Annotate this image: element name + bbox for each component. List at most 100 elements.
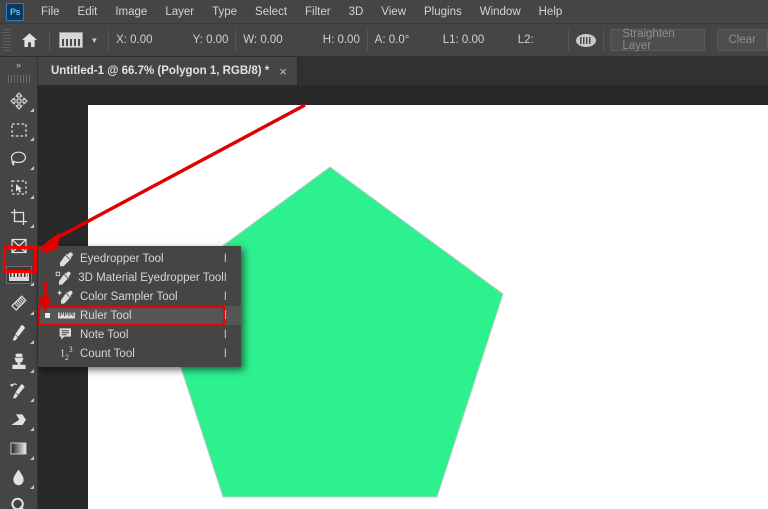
flyout-shortcut: I xyxy=(224,272,241,284)
ruler-icon xyxy=(6,266,32,284)
flyout-item-color-sampler-tool[interactable]: Color Sampler Tool I xyxy=(38,287,241,306)
crop-icon xyxy=(10,208,28,226)
gradient-tool[interactable] xyxy=(0,434,37,463)
blur-droplet-icon xyxy=(11,468,26,487)
marquee-icon xyxy=(10,122,28,138)
flyout-label: Count Tool xyxy=(78,348,224,360)
count-icon: 123 xyxy=(54,344,78,363)
flyout-item-ruler-tool[interactable]: Ruler Tool I xyxy=(38,306,241,325)
document-tab-bar: Untitled-1 @ 66.7% (Polygon 1, RGB/8) * … xyxy=(38,57,768,85)
dodge-tool[interactable] xyxy=(0,492,37,509)
flyout-item-count-tool[interactable]: 123 Count Tool I xyxy=(38,344,241,363)
flyout-label: Ruler Tool xyxy=(78,310,224,322)
active-tool-bullet xyxy=(45,249,54,268)
photoshop-logo: Ps xyxy=(6,3,24,21)
menu-help[interactable]: Help xyxy=(530,3,572,21)
home-button[interactable] xyxy=(17,27,42,53)
length1-field[interactable]: L1: 0.00 xyxy=(443,34,485,46)
flyout-label: Note Tool xyxy=(78,329,224,341)
quick-selection-icon xyxy=(10,179,28,196)
lasso-tool[interactable] xyxy=(0,144,37,173)
menu-layer[interactable]: Layer xyxy=(156,3,203,21)
home-icon xyxy=(21,32,38,48)
eraser-tool[interactable] xyxy=(0,405,37,434)
chevron-down-icon: ▼ xyxy=(90,36,98,45)
menu-bar: Ps File Edit Image Layer Type Select Fil… xyxy=(0,0,768,24)
ruler-tool[interactable] xyxy=(0,260,37,289)
flyout-item-eyedropper-tool[interactable]: Eyedropper Tool I xyxy=(38,249,241,268)
flyout-shortcut: I xyxy=(224,253,241,265)
move-tool[interactable] xyxy=(0,86,37,115)
history-brush-icon xyxy=(9,381,28,400)
active-tool-bullet xyxy=(45,306,54,325)
clear-button[interactable]: Clear xyxy=(717,29,768,51)
gradient-icon xyxy=(9,441,28,456)
blur-tool[interactable] xyxy=(0,463,37,492)
ruler-icon xyxy=(54,306,78,325)
measurement-scale-button[interactable] xyxy=(576,31,596,49)
close-icon[interactable]: × xyxy=(279,65,287,78)
color-sampler-icon xyxy=(54,287,78,306)
x-coordinate-field[interactable]: X: 0.00 xyxy=(116,34,152,46)
menu-view[interactable]: View xyxy=(372,3,415,21)
menu-plugins[interactable]: Plugins xyxy=(415,3,471,21)
object-selection-tool[interactable] xyxy=(0,173,37,202)
options-divider-3 xyxy=(235,30,236,51)
options-bar-grip[interactable] xyxy=(3,29,11,51)
options-bar: ▼ X: 0.00 Y: 0.00 W: 0.00 H: 0.00 A: 0.0… xyxy=(0,24,768,57)
menu-window[interactable]: Window xyxy=(471,3,530,21)
straighten-layer-button[interactable]: Straighten Layer xyxy=(610,29,704,51)
active-tool-bullet xyxy=(45,325,54,344)
history-brush-tool[interactable] xyxy=(0,376,37,405)
document-tab[interactable]: Untitled-1 @ 66.7% (Polygon 1, RGB/8) * … xyxy=(38,57,298,85)
menu-image[interactable]: Image xyxy=(106,3,156,21)
healing-brush-icon xyxy=(9,294,28,313)
menu-type[interactable]: Type xyxy=(203,3,246,21)
3d-material-eyedropper-icon xyxy=(52,268,76,287)
menu-select[interactable]: Select xyxy=(246,3,296,21)
menu-edit[interactable]: Edit xyxy=(69,3,107,21)
frame-tool[interactable] xyxy=(0,231,37,260)
flyout-shortcut: I xyxy=(224,329,241,341)
move-icon xyxy=(10,92,28,110)
drag-grip-icon[interactable] xyxy=(0,72,37,86)
brush-icon xyxy=(10,323,27,342)
note-icon xyxy=(54,325,78,344)
y-coordinate-field[interactable]: Y: 0.00 xyxy=(193,34,229,46)
flyout-shortcut: I xyxy=(224,348,241,360)
tool-preset-picker[interactable]: ▼ xyxy=(56,30,101,50)
options-divider-6 xyxy=(603,30,604,51)
clone-stamp-tool[interactable] xyxy=(0,347,37,376)
flyout-label: Eyedropper Tool xyxy=(78,253,224,265)
document-tab-title: Untitled-1 @ 66.7% (Polygon 1, RGB/8) * xyxy=(51,65,269,77)
menu-filter[interactable]: Filter xyxy=(296,3,340,21)
active-tool-bullet xyxy=(45,344,54,363)
rectangular-marquee-tool[interactable] xyxy=(0,115,37,144)
tools-panel: » xyxy=(0,57,38,509)
options-divider-1 xyxy=(49,30,50,51)
lasso-icon xyxy=(9,150,28,168)
panel-expand-icon[interactable]: » xyxy=(0,57,37,72)
options-divider-2 xyxy=(108,30,109,51)
menu-file[interactable]: File xyxy=(32,3,69,21)
crop-tool[interactable] xyxy=(0,202,37,231)
flyout-label: Color Sampler Tool xyxy=(78,291,224,303)
length2-field[interactable]: L2: xyxy=(518,34,534,46)
eraser-icon xyxy=(9,412,28,428)
brush-tool[interactable] xyxy=(0,318,37,347)
angle-field[interactable]: A: 0.0° xyxy=(375,34,410,46)
photoshop-window: Ps File Edit Image Layer Type Select Fil… xyxy=(0,0,768,509)
flyout-shortcut: I xyxy=(224,291,241,303)
active-tool-bullet xyxy=(45,268,52,287)
flyout-shortcut: I xyxy=(224,310,241,322)
ruler-tool-icon xyxy=(59,32,83,48)
clone-stamp-icon xyxy=(10,352,28,371)
frame-icon xyxy=(10,238,28,254)
width-field[interactable]: W: 0.00 xyxy=(243,34,282,46)
height-field[interactable]: H: 0.00 xyxy=(323,34,360,46)
flyout-item-note-tool[interactable]: Note Tool I xyxy=(38,325,241,344)
healing-brush-tool[interactable] xyxy=(0,289,37,318)
measurement-scale-icon xyxy=(576,34,596,47)
flyout-item-3d-material-eyedropper-tool[interactable]: 3D Material Eyedropper Tool I xyxy=(38,268,241,287)
menu-3d[interactable]: 3D xyxy=(340,3,373,21)
